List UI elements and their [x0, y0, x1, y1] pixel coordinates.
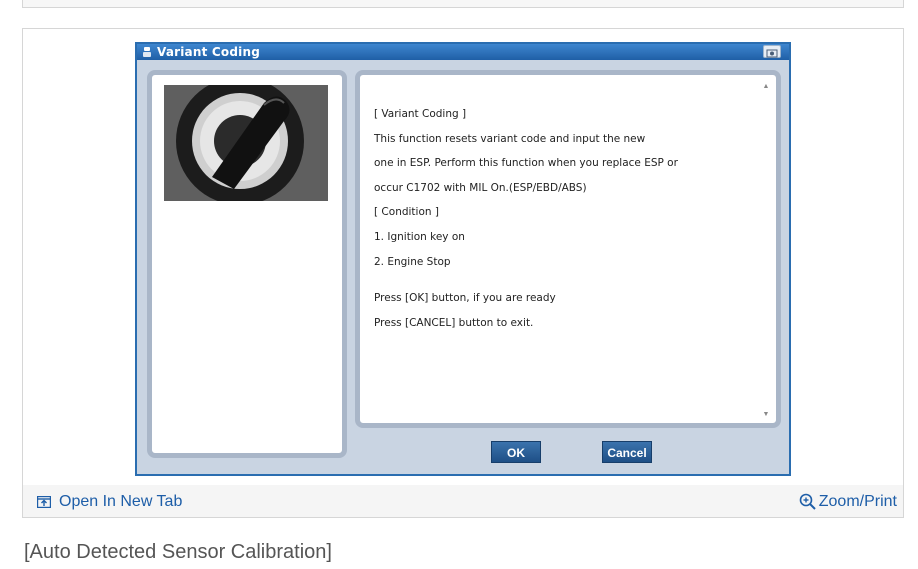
message-line: 2. Engine Stop: [374, 255, 451, 268]
image-panel: [147, 70, 347, 458]
variant-coding-dialog: Variant Coding [Variant Coding] This f…: [135, 42, 791, 476]
cancel-button[interactable]: Cancel: [602, 441, 652, 463]
message-text: [ Variant Coding ] This function resets …: [364, 79, 758, 419]
figure-caption: [Auto Detected Sensor Calibration]: [24, 541, 332, 563]
scroll-up-icon[interactable]: ▲: [760, 81, 772, 93]
message-line: [ Condition ]: [374, 206, 439, 219]
zoom-icon: [799, 493, 816, 510]
message-line: Press [CANCEL] button to exit.: [374, 316, 534, 329]
dialog-title: Variant Coding: [157, 45, 261, 59]
figure-footer: Open In New Tab Zoom/Print: [23, 485, 903, 517]
message-panel: [ Variant Coding ] This function resets …: [355, 70, 781, 428]
zoom-print-link[interactable]: Zoom/Print: [799, 493, 897, 511]
figure-container: Variant Coding [Variant Coding] This f…: [22, 28, 904, 518]
ok-button[interactable]: OK: [491, 441, 541, 463]
message-line: occur C1702 with MIL On.(ESP/EBD/ABS): [374, 181, 587, 194]
dialog-title-bar: Variant Coding: [137, 44, 789, 60]
zoom-label: Zoom/Print: [818, 493, 897, 510]
open-tab-label: Open In New Tab: [59, 493, 183, 510]
message-line: [ Variant Coding ]: [374, 108, 467, 120]
dialog-body: [ Variant Coding ] This function resets …: [137, 60, 789, 474]
open-in-new-tab-link[interactable]: Open In New Tab: [37, 493, 182, 511]
previous-figure-edge: [22, 0, 904, 8]
message-line: one in ESP. Perform this function when y…: [374, 157, 678, 170]
ignition-key-photo: [164, 85, 328, 201]
camera-icon[interactable]: [763, 45, 781, 58]
message-line: 1. Ignition key on: [374, 230, 465, 243]
app-icon: [143, 47, 151, 57]
vertical-scrollbar[interactable]: ▲ ▼: [760, 81, 772, 421]
open-tab-icon: [37, 496, 51, 508]
message-line: This function resets variant code and in…: [374, 132, 646, 145]
scroll-down-icon[interactable]: ▼: [760, 409, 772, 421]
message-line: Press [OK] button, if you are ready: [374, 292, 556, 305]
